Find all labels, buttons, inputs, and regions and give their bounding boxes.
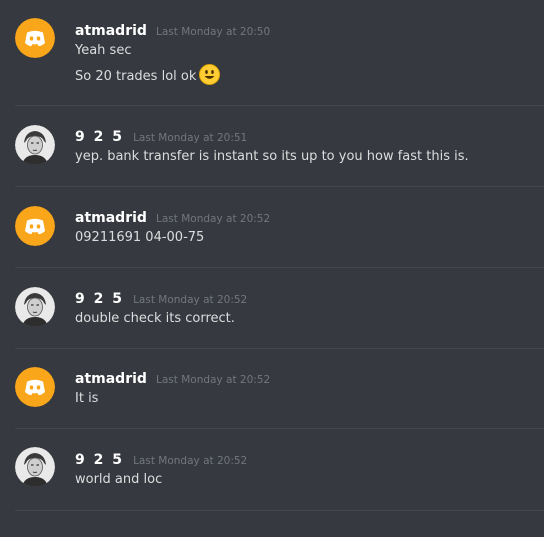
- timestamp: Last Monday at 20:50: [156, 26, 271, 38]
- timestamp: Last Monday at 20:52: [133, 294, 248, 306]
- user-photo-avatar[interactable]: [15, 125, 55, 165]
- message-divider: [15, 105, 544, 106]
- username[interactable]: atmadrid: [75, 371, 147, 387]
- message-line: 09211691 04-00-75: [75, 230, 205, 245]
- message-text: So 20 trades lol ok: [75, 69, 197, 84]
- discord-logo-icon[interactable]: [15, 18, 55, 58]
- username[interactable]: atmadrid: [75, 210, 147, 226]
- user-photo-avatar[interactable]: [15, 287, 55, 327]
- message-line-container: So 20 trades lol ok: [75, 64, 221, 87]
- message-divider: [15, 267, 544, 268]
- user-photo-avatar[interactable]: [15, 447, 55, 487]
- message-line: yep. bank transfer is instant so its up …: [75, 149, 469, 164]
- message-line: double check its correct.: [75, 311, 235, 326]
- username[interactable]: 9 2 5: [75, 129, 124, 145]
- username[interactable]: 9 2 5: [75, 291, 124, 307]
- chat-log: atmadrid Last Monday at 20:50 Yeah sec S…: [0, 0, 544, 537]
- message-line: Yeah sec: [75, 43, 132, 58]
- message-line: world and loc: [75, 472, 163, 487]
- timestamp: Last Monday at 20:51: [133, 132, 248, 144]
- discord-logo-icon[interactable]: [15, 206, 55, 246]
- timestamp: Last Monday at 20:52: [156, 213, 271, 225]
- timestamp: Last Monday at 20:52: [156, 374, 271, 386]
- message-divider: [15, 186, 544, 187]
- message-divider: [15, 348, 544, 349]
- message-divider: [15, 510, 544, 511]
- message-line: It is: [75, 391, 99, 406]
- timestamp: Last Monday at 20:52: [133, 455, 248, 467]
- smiley-emoji-icon: [199, 64, 221, 85]
- message-divider: [15, 428, 544, 429]
- username[interactable]: atmadrid: [75, 23, 147, 39]
- discord-logo-icon[interactable]: [15, 367, 55, 407]
- username[interactable]: 9 2 5: [75, 452, 124, 468]
